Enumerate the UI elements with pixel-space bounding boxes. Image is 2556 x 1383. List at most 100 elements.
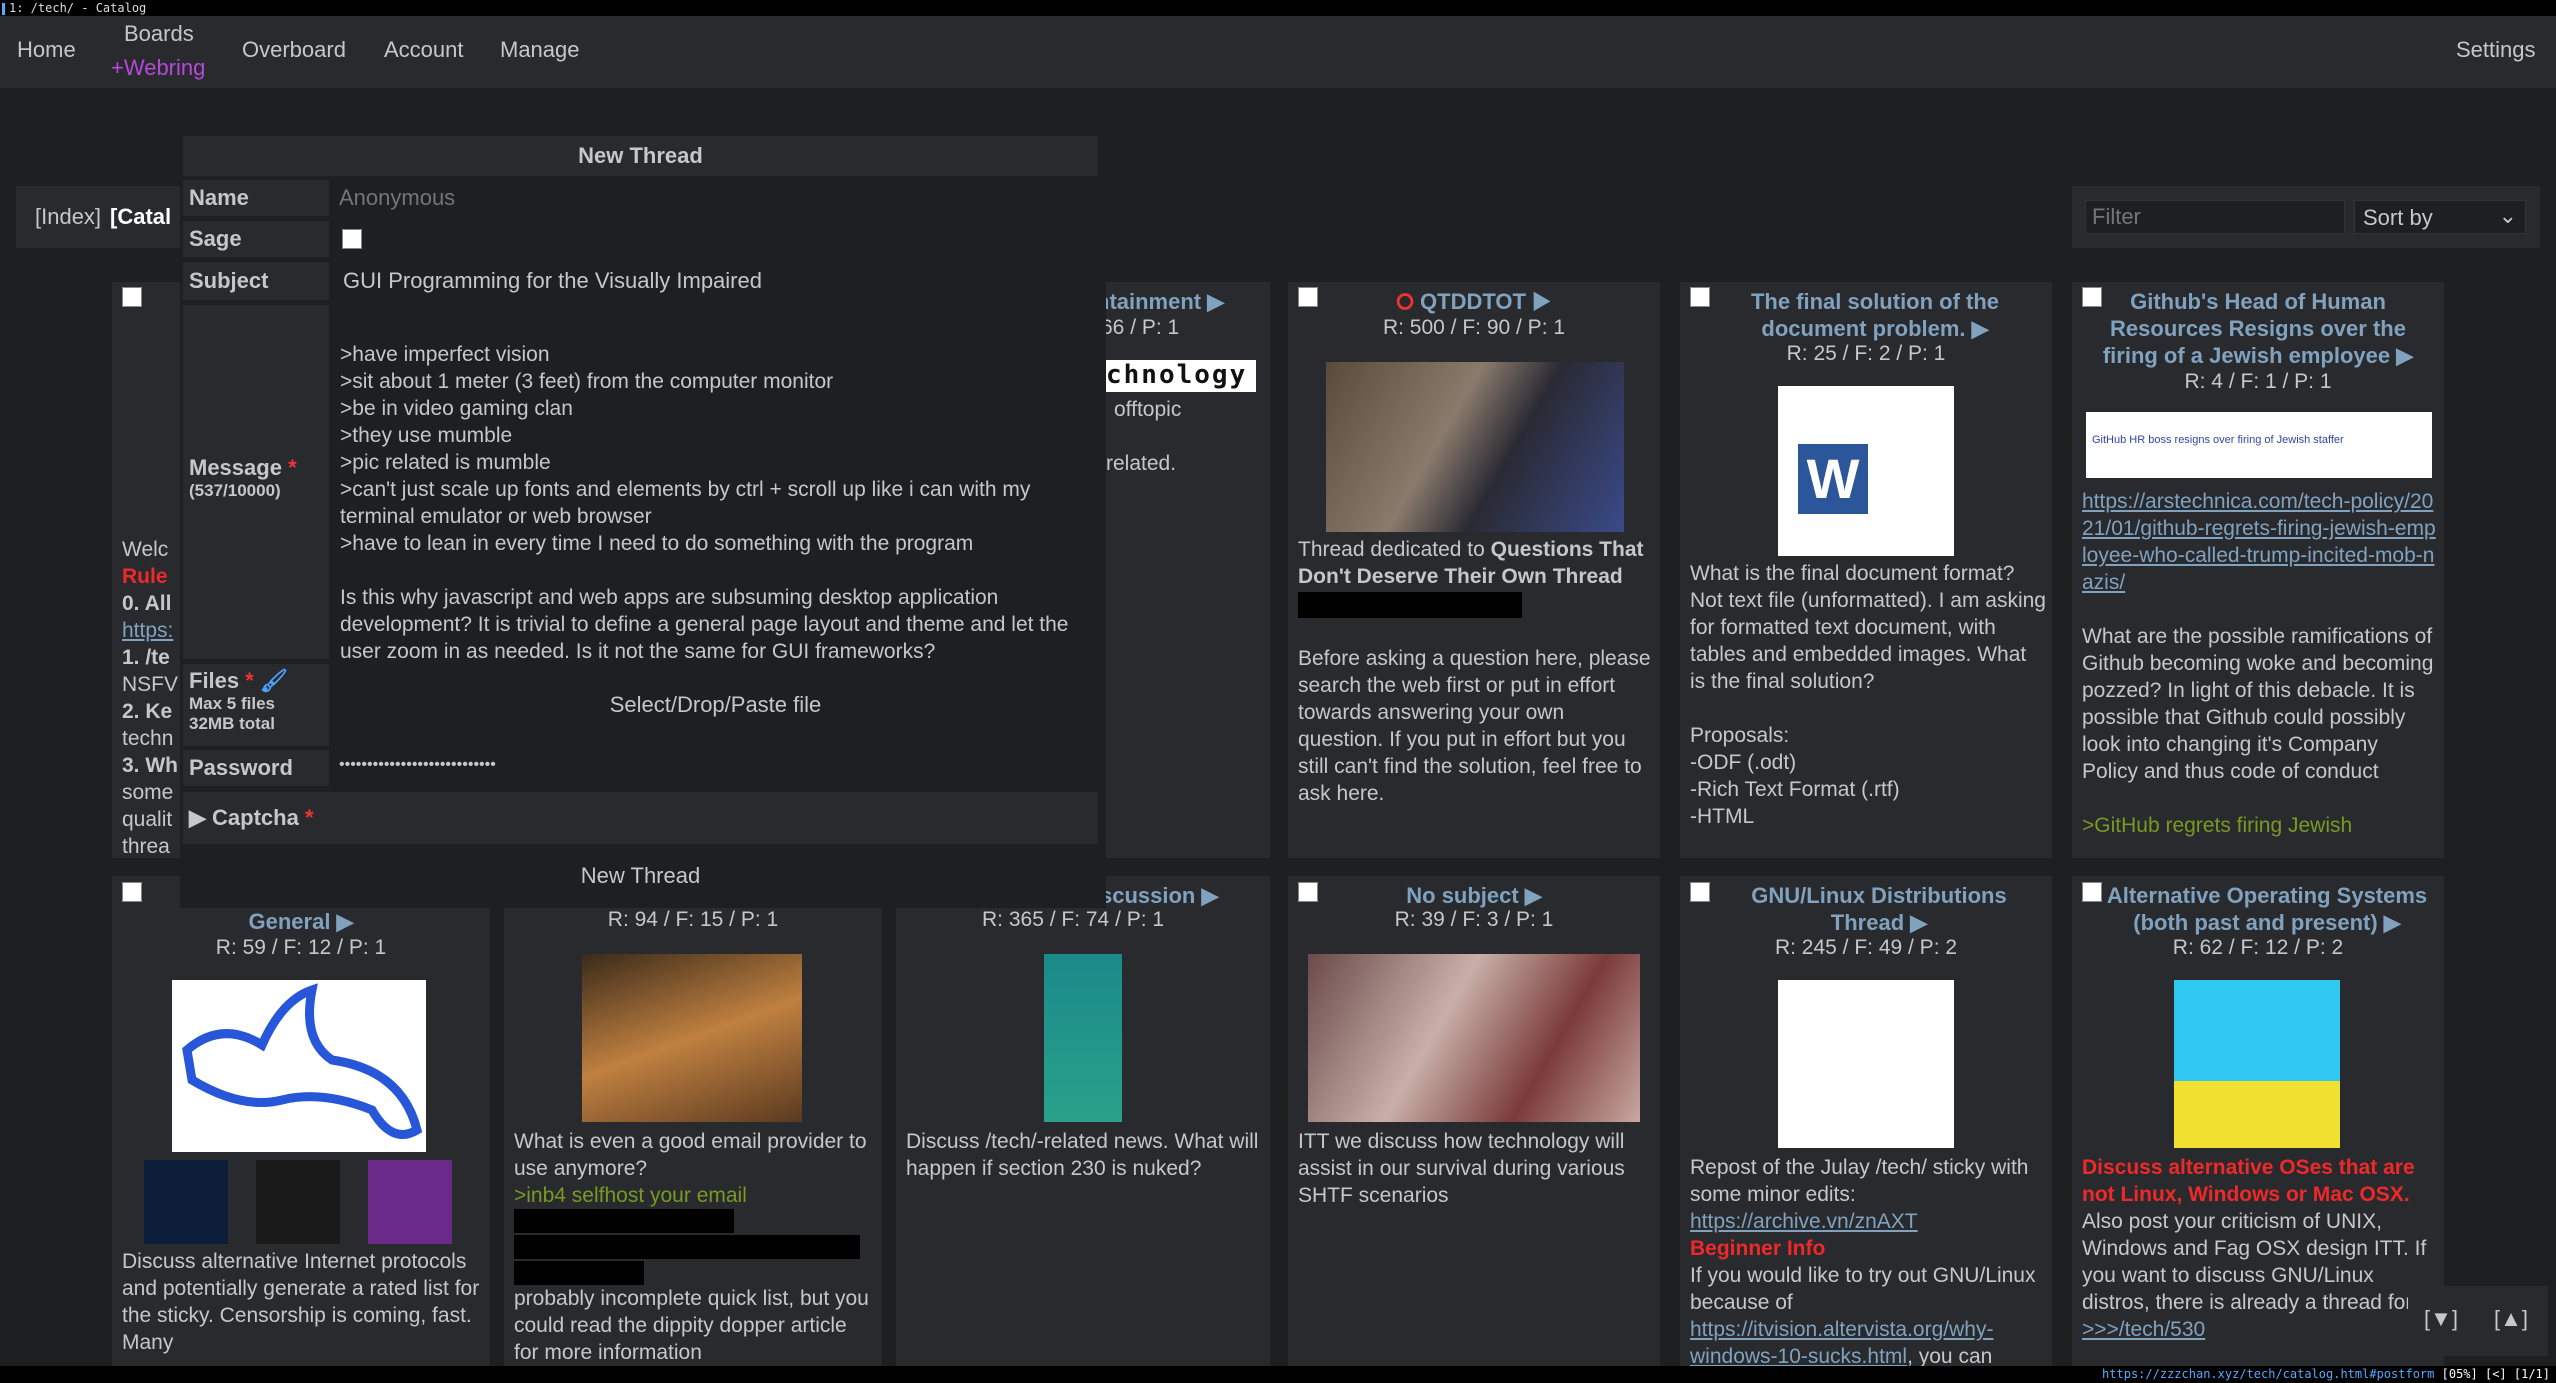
triangle-right-icon: ▶ bbox=[189, 805, 206, 830]
thread-title[interactable]: The final solution of the document probl… bbox=[1720, 288, 2030, 342]
nav-home[interactable]: Home bbox=[17, 37, 76, 63]
thumbnail-small[interactable] bbox=[368, 1160, 452, 1244]
thread-checkbox[interactable] bbox=[1690, 287, 1710, 307]
file-dropzone[interactable]: Select/Drop/Paste file bbox=[333, 664, 1098, 746]
message-text: >have imperfect vision >sit about 1 mete… bbox=[340, 343, 1069, 663]
chevron-down-icon: ⌄ bbox=[2498, 203, 2517, 228]
thread-card-qtddtot[interactable]: ⭘ QTDDTOT ▶ R: 500 / F: 90 / P: 1 Thread… bbox=[1288, 282, 1660, 858]
nav-manage[interactable]: Manage bbox=[500, 37, 580, 63]
subject-input[interactable]: GUI Programming for the Visually Impaire… bbox=[333, 262, 1098, 300]
thread-body: What is the final document format? Not t… bbox=[1690, 562, 2046, 828]
window-title: 1: /tech/ - Catalog bbox=[9, 1, 147, 15]
thread-title[interactable]: ntainment ▶ bbox=[1096, 288, 1224, 315]
name-label: Name bbox=[183, 180, 329, 216]
sage-checkbox[interactable] bbox=[342, 229, 362, 249]
word-icon: W bbox=[1798, 444, 1868, 514]
password-label: Password bbox=[183, 750, 329, 786]
status-bar: https://zzzchan.xyz/tech/catalog.html#po… bbox=[0, 1366, 2556, 1383]
password-row: Password •••••••••••••••••••••••••••• bbox=[183, 750, 1098, 786]
thread-checkbox[interactable] bbox=[122, 882, 142, 902]
thread-title[interactable]: No subject ▶ bbox=[1288, 882, 1660, 909]
thread-thumbnail[interactable]: W bbox=[1778, 386, 1954, 556]
subject-row: Subject GUI Programming for the Visually… bbox=[183, 262, 1098, 300]
status-text: https://zzzchan.xyz/tech/catalog.html#po… bbox=[2102, 1367, 2550, 1381]
thread-checkbox[interactable] bbox=[122, 287, 142, 307]
name-input[interactable] bbox=[333, 180, 1105, 216]
thread-link[interactable]: https://arstechnica.com/tech-policy/2021… bbox=[2082, 490, 2436, 594]
thread-card-github[interactable]: Github's Head of Human Resources Resigns… bbox=[2072, 282, 2444, 858]
form-header[interactable]: New Thread bbox=[183, 136, 1098, 176]
thread-stats: R: 59 / F: 12 / P: 1 bbox=[215, 936, 387, 959]
thread-thumbnail[interactable] bbox=[172, 980, 426, 1152]
thread-checkbox[interactable] bbox=[2082, 882, 2102, 902]
nav-settings[interactable]: Settings bbox=[2456, 37, 2536, 63]
thread-thumbnail[interactable] bbox=[1778, 980, 1954, 1148]
message-label: Message * (537/10000) bbox=[183, 305, 329, 659]
thread-checkbox[interactable] bbox=[1690, 882, 1710, 902]
thread-stats: R: 62 / F: 12 / P: 2 bbox=[2172, 936, 2344, 959]
thread-body: https://arstechnica.com/tech-policy/2021… bbox=[2082, 490, 2436, 837]
thread-thumbnail[interactable]: GitHub HR boss resigns over firing of Je… bbox=[2086, 412, 2432, 478]
message-counter: (537/10000) bbox=[189, 481, 281, 500]
filter-input[interactable] bbox=[2085, 200, 2345, 234]
thread-thumbnail[interactable]: chnology bbox=[1106, 360, 1256, 392]
thread-title[interactable]: Alternative Operating Systems (both past… bbox=[2100, 882, 2434, 936]
thread-stats: 66 / P: 1 bbox=[1101, 316, 1180, 339]
thread-body: What is even a good email provider to us… bbox=[514, 1130, 869, 1364]
message-row: Message * (537/10000) >have imperfect vis… bbox=[183, 305, 1098, 663]
thread-body: Discuss alternative OSes that are not Li… bbox=[2082, 1156, 2435, 1341]
sage-row: Sage bbox=[183, 221, 1098, 257]
thread-stats: R: 4 / F: 1 / P: 1 bbox=[2184, 370, 2332, 393]
thread-card-news[interactable]: scussion ▶ R: 365 / F: 74 / P: 1 Discuss… bbox=[896, 876, 1270, 1366]
thread-title[interactable]: ⭘ QTDDTOT ▶ bbox=[1288, 288, 1660, 315]
files-label: Files * 🖌 Max 5 files 32MB total bbox=[183, 664, 329, 746]
thread-title[interactable]: scussion ▶ bbox=[1100, 882, 1218, 909]
thread-card-altos[interactable]: Alternative Operating Systems (both past… bbox=[2072, 876, 2444, 1366]
link-index[interactable]: [Index] bbox=[35, 204, 101, 230]
thread-body: Discuss /tech/-related news. What will h… bbox=[906, 1130, 1259, 1180]
brush-icon[interactable]: 🖌 bbox=[260, 668, 288, 693]
link-catalog[interactable]: [Catal bbox=[110, 204, 171, 230]
nav-account[interactable]: Account bbox=[384, 37, 464, 63]
nav-overboard[interactable]: Overboard bbox=[242, 37, 346, 63]
thread-body: Discuss alternative Internet protocols a… bbox=[122, 1250, 480, 1354]
sort-label: Sort by bbox=[2363, 205, 2433, 230]
thread-card-document[interactable]: The final solution of the document probl… bbox=[1680, 282, 2052, 858]
thread-title[interactable]: General ▶ bbox=[112, 908, 490, 935]
sort-select[interactable]: Sort by ⌄ bbox=[2354, 200, 2526, 234]
thread-thumbnail[interactable] bbox=[1308, 954, 1640, 1122]
thread-card-general[interactable]: General ▶ R: 59 / F: 12 / P: 1 Discuss a… bbox=[112, 876, 490, 1366]
thread-thumbnail[interactable] bbox=[1326, 362, 1624, 532]
thumbnail-small[interactable] bbox=[256, 1160, 340, 1244]
thread-stats: R: 94 / F: 15 / P: 1 bbox=[607, 908, 779, 931]
thread-card-email[interactable]: R: 94 / F: 15 / P: 1 What is even a good… bbox=[504, 876, 882, 1366]
thread-stats: R: 500 / F: 90 / P: 1 bbox=[1382, 316, 1566, 339]
thread-title[interactable]: GNU/Linux Distributions Thread ▶ bbox=[1724, 882, 2034, 936]
thread-body: ITT we discuss how technology will assis… bbox=[1298, 1130, 1625, 1207]
sage-label: Sage bbox=[183, 221, 329, 257]
thread-stats: R: 365 / F: 74 / P: 1 bbox=[982, 908, 1165, 931]
window-titlebar: 1: /tech/ - Catalog bbox=[0, 0, 2556, 16]
nav-boards[interactable]: Boards bbox=[124, 21, 194, 47]
captcha-toggle[interactable]: ▶ Captcha * bbox=[183, 792, 1098, 844]
thread-thumbnail[interactable] bbox=[2174, 980, 2340, 1148]
subject-label: Subject bbox=[183, 262, 329, 300]
name-row: Name bbox=[183, 180, 1105, 216]
thread-card-survival[interactable]: No subject ▶ R: 39 / F: 3 / P: 1 ITT we … bbox=[1288, 876, 1660, 1366]
thread-title[interactable]: Github's Head of Human Resources Resigns… bbox=[2082, 288, 2434, 369]
thread-stats: R: 39 / F: 3 / P: 1 bbox=[1394, 908, 1554, 931]
thread-thumbnail[interactable] bbox=[582, 954, 802, 1122]
thread-thumbnail[interactable] bbox=[1044, 954, 1122, 1122]
password-input[interactable]: •••••••••••••••••••••••••••• bbox=[333, 750, 1098, 786]
nav-webring[interactable]: +Webring bbox=[111, 55, 205, 81]
thread-body: Repost of the Julay /tech/ sticky with s… bbox=[1690, 1156, 2036, 1366]
scroll-down-button[interactable]: [▼] bbox=[2424, 1306, 2458, 1332]
thumbnail-small[interactable] bbox=[144, 1160, 228, 1244]
sticky-icon: ⭘ bbox=[1396, 289, 1414, 314]
files-row: Files * 🖌 Max 5 files 32MB total Select/Dr… bbox=[183, 664, 1098, 746]
terminal-icon bbox=[2, 2, 5, 15]
submit-button[interactable]: New Thread bbox=[183, 850, 1098, 902]
thread-stats: R: 245 / F: 49 / P: 2 bbox=[1774, 936, 1958, 959]
scroll-up-button[interactable]: [▲] bbox=[2494, 1306, 2528, 1332]
thread-card-linux[interactable]: GNU/Linux Distributions Thread ▶ R: 245 … bbox=[1680, 876, 2052, 1366]
